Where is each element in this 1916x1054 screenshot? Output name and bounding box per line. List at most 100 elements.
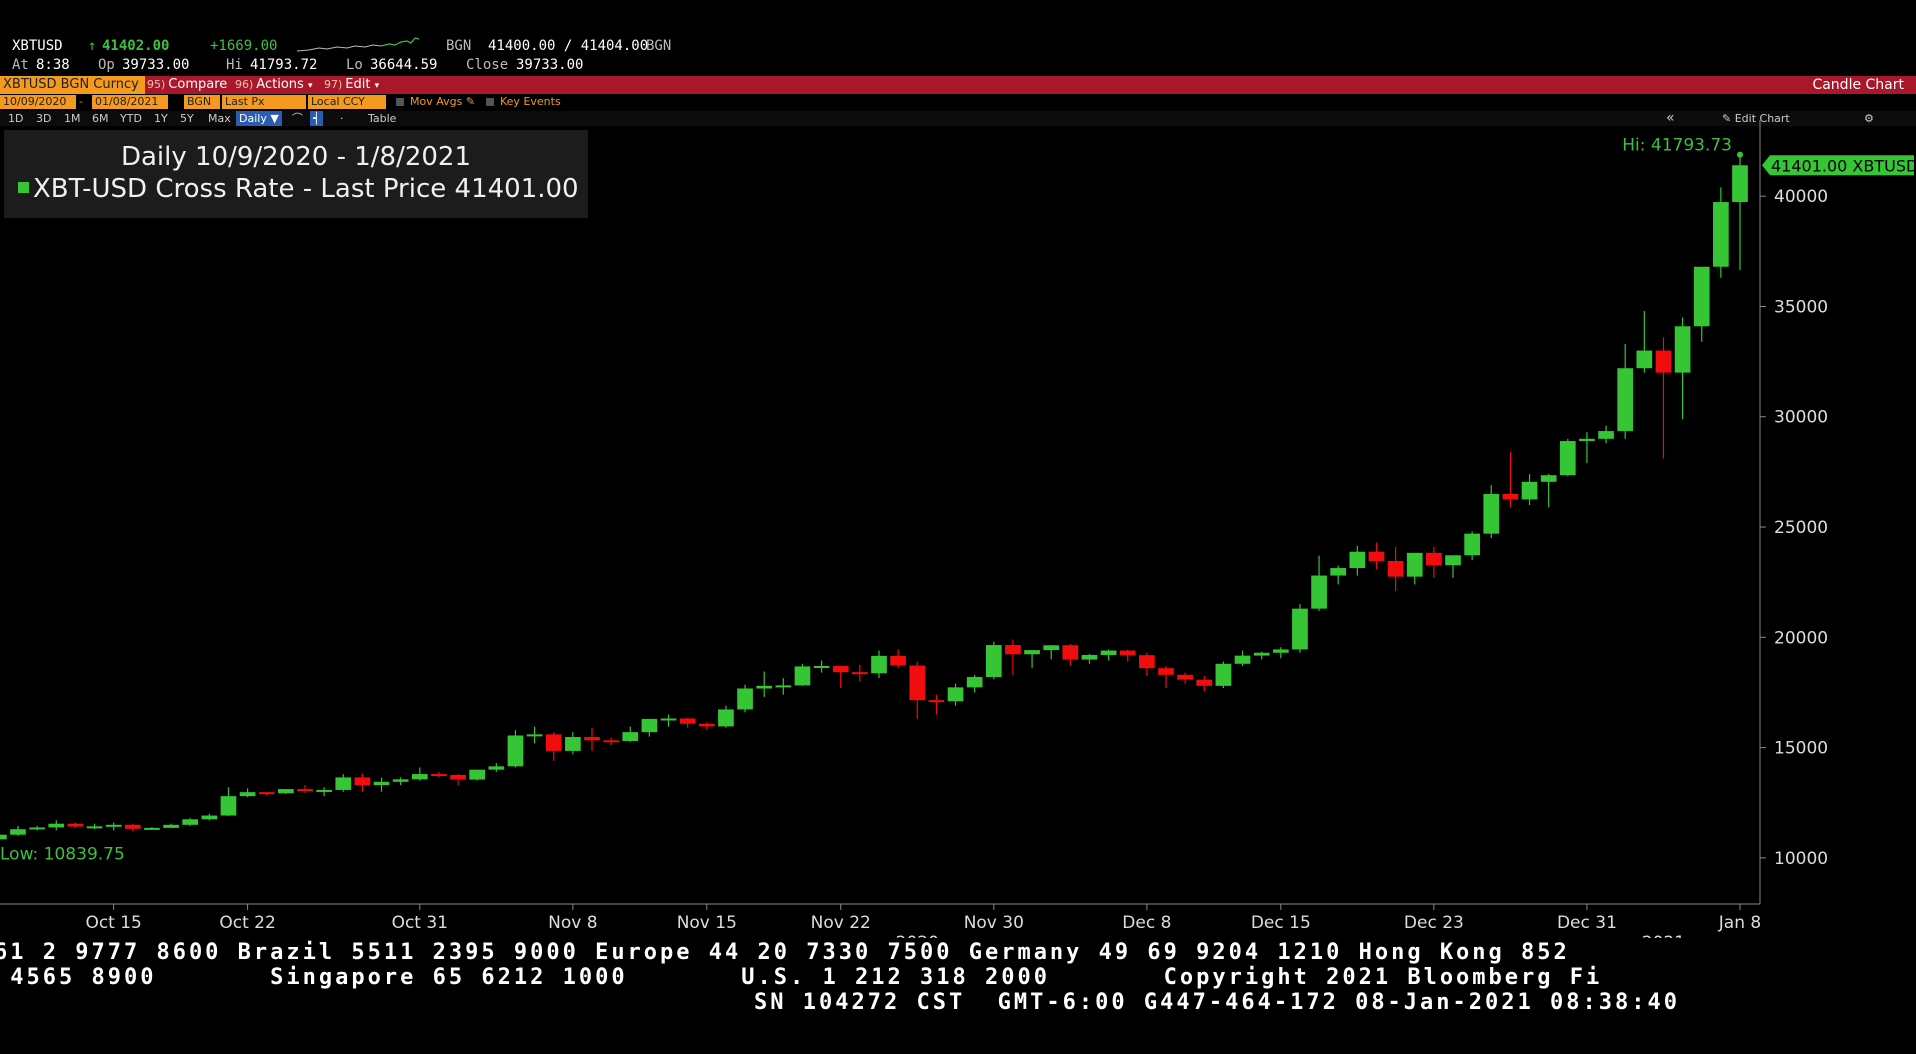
series-label: XBT-USD Cross Rate - Last Price: [33, 174, 447, 204]
candle-body: [1406, 552, 1423, 577]
candle-down: [909, 661, 926, 719]
candle-body: [182, 819, 199, 825]
candle-body: [469, 769, 486, 780]
candle-body: [1559, 441, 1576, 476]
candle-up: [1732, 156, 1748, 271]
candle-body: [832, 665, 849, 673]
candle-up: [48, 820, 65, 831]
candle-down: [124, 823, 141, 832]
candle-body: [1368, 551, 1385, 561]
candle-down: [450, 774, 466, 786]
candle-body: [641, 718, 658, 733]
candle-body: [1579, 438, 1595, 442]
candle-up: [1253, 651, 1270, 660]
candle-up: [392, 777, 409, 786]
candle-up: [947, 683, 964, 706]
candle-body: [775, 685, 792, 688]
candle-body: [1483, 493, 1500, 534]
candle-body: [144, 827, 160, 830]
candle-body: [584, 737, 600, 741]
candle-body: [737, 688, 753, 710]
x-tick-label: Nov 8: [548, 913, 597, 933]
y-tick-label: 35000: [1774, 297, 1828, 317]
candle-up: [335, 774, 352, 792]
candle-body: [1349, 551, 1366, 569]
candle-up: [1215, 661, 1232, 689]
candle-body: [373, 781, 390, 786]
x-axis: Oct 15 Oct 22 Oct 31 Nov 8 Nov 15 Nov 22 Nov 3…: [85, 904, 1761, 938]
candle-up: [622, 726, 639, 743]
legend-series[interactable]: XBT-USD Cross Rate - Last Price 41401.00: [18, 174, 579, 204]
candle-body: [1158, 668, 1174, 675]
candle-body: [354, 777, 371, 786]
candle-body: [1215, 663, 1232, 686]
candle-body: [1693, 266, 1710, 327]
candle-body: [335, 777, 352, 790]
candle-body: [258, 792, 275, 795]
candle-down: [603, 737, 619, 746]
candle-up: [144, 827, 160, 830]
candle-down: [1196, 675, 1213, 692]
candle-up: [985, 641, 1002, 680]
candle-down: [890, 649, 906, 669]
candle-down: [679, 717, 696, 728]
candle-body: [1043, 645, 1060, 651]
candle-up: [718, 705, 734, 728]
candle-body: [1196, 679, 1213, 686]
candle-up: [182, 818, 199, 826]
candle-body: [852, 672, 868, 675]
candle-up: [526, 726, 543, 744]
candle-up: [871, 650, 887, 679]
candle-up: [1043, 645, 1060, 660]
candle-body: [756, 685, 773, 689]
contact-ticker: 61 2 9777 8600 Brazil 5511 2395 9000 Eur…: [0, 938, 1916, 1054]
candle-up: [966, 674, 983, 693]
x-tick-label: Oct 15: [85, 913, 141, 933]
candle-body: [813, 665, 830, 668]
candle-body: [1024, 650, 1040, 655]
x-tick-label: Dec 8: [1122, 913, 1171, 933]
y-tick-label: 40000: [1774, 187, 1828, 207]
candle-up: [488, 763, 505, 772]
candle-body: [411, 774, 428, 780]
candle-body: [1119, 650, 1136, 656]
candle-down: [1158, 665, 1174, 689]
last-price-tag-label: 41401.00 XBTUSD: [1771, 156, 1916, 175]
candle-up: [278, 789, 294, 794]
candle-body: [545, 734, 562, 751]
candle-body: [1521, 481, 1538, 500]
candle-body: [201, 815, 218, 820]
candle-down: [354, 773, 371, 792]
candles: [0, 156, 1748, 840]
y-tick-label: 25000: [1774, 518, 1828, 538]
candle-up: [1445, 555, 1461, 578]
x-tick-label: Dec 31: [1557, 913, 1617, 933]
candle-body: [86, 826, 103, 829]
candle-up: [1713, 187, 1729, 278]
candle-body: [1674, 326, 1691, 373]
candle-body: [1253, 652, 1270, 656]
y-tick-label: 15000: [1774, 739, 1828, 759]
candle-body: [890, 655, 906, 666]
candle-up: [469, 769, 486, 781]
candle-body: [1100, 650, 1117, 655]
candle-body: [1540, 475, 1557, 482]
candle-body: [718, 709, 734, 727]
candle-body: [622, 732, 639, 741]
candle-up: [411, 767, 428, 781]
x-tick-label: Nov 22: [811, 913, 871, 933]
candle-down: [1005, 639, 1021, 675]
candle-body: [871, 655, 887, 674]
candle-down: [852, 664, 868, 682]
candle-body: [431, 774, 447, 777]
candle-body: [909, 665, 926, 701]
candle-up: [0, 834, 7, 840]
candle-down: [258, 791, 275, 796]
candle-up: [1559, 438, 1576, 477]
x-tick-label: Nov 30: [964, 913, 1024, 933]
high-annotation: Hi: 41793.73: [1622, 136, 1732, 156]
candle-body: [1713, 202, 1729, 267]
candle-up: [641, 718, 658, 737]
candle-down: [545, 732, 562, 761]
candle-body: [985, 645, 1002, 678]
